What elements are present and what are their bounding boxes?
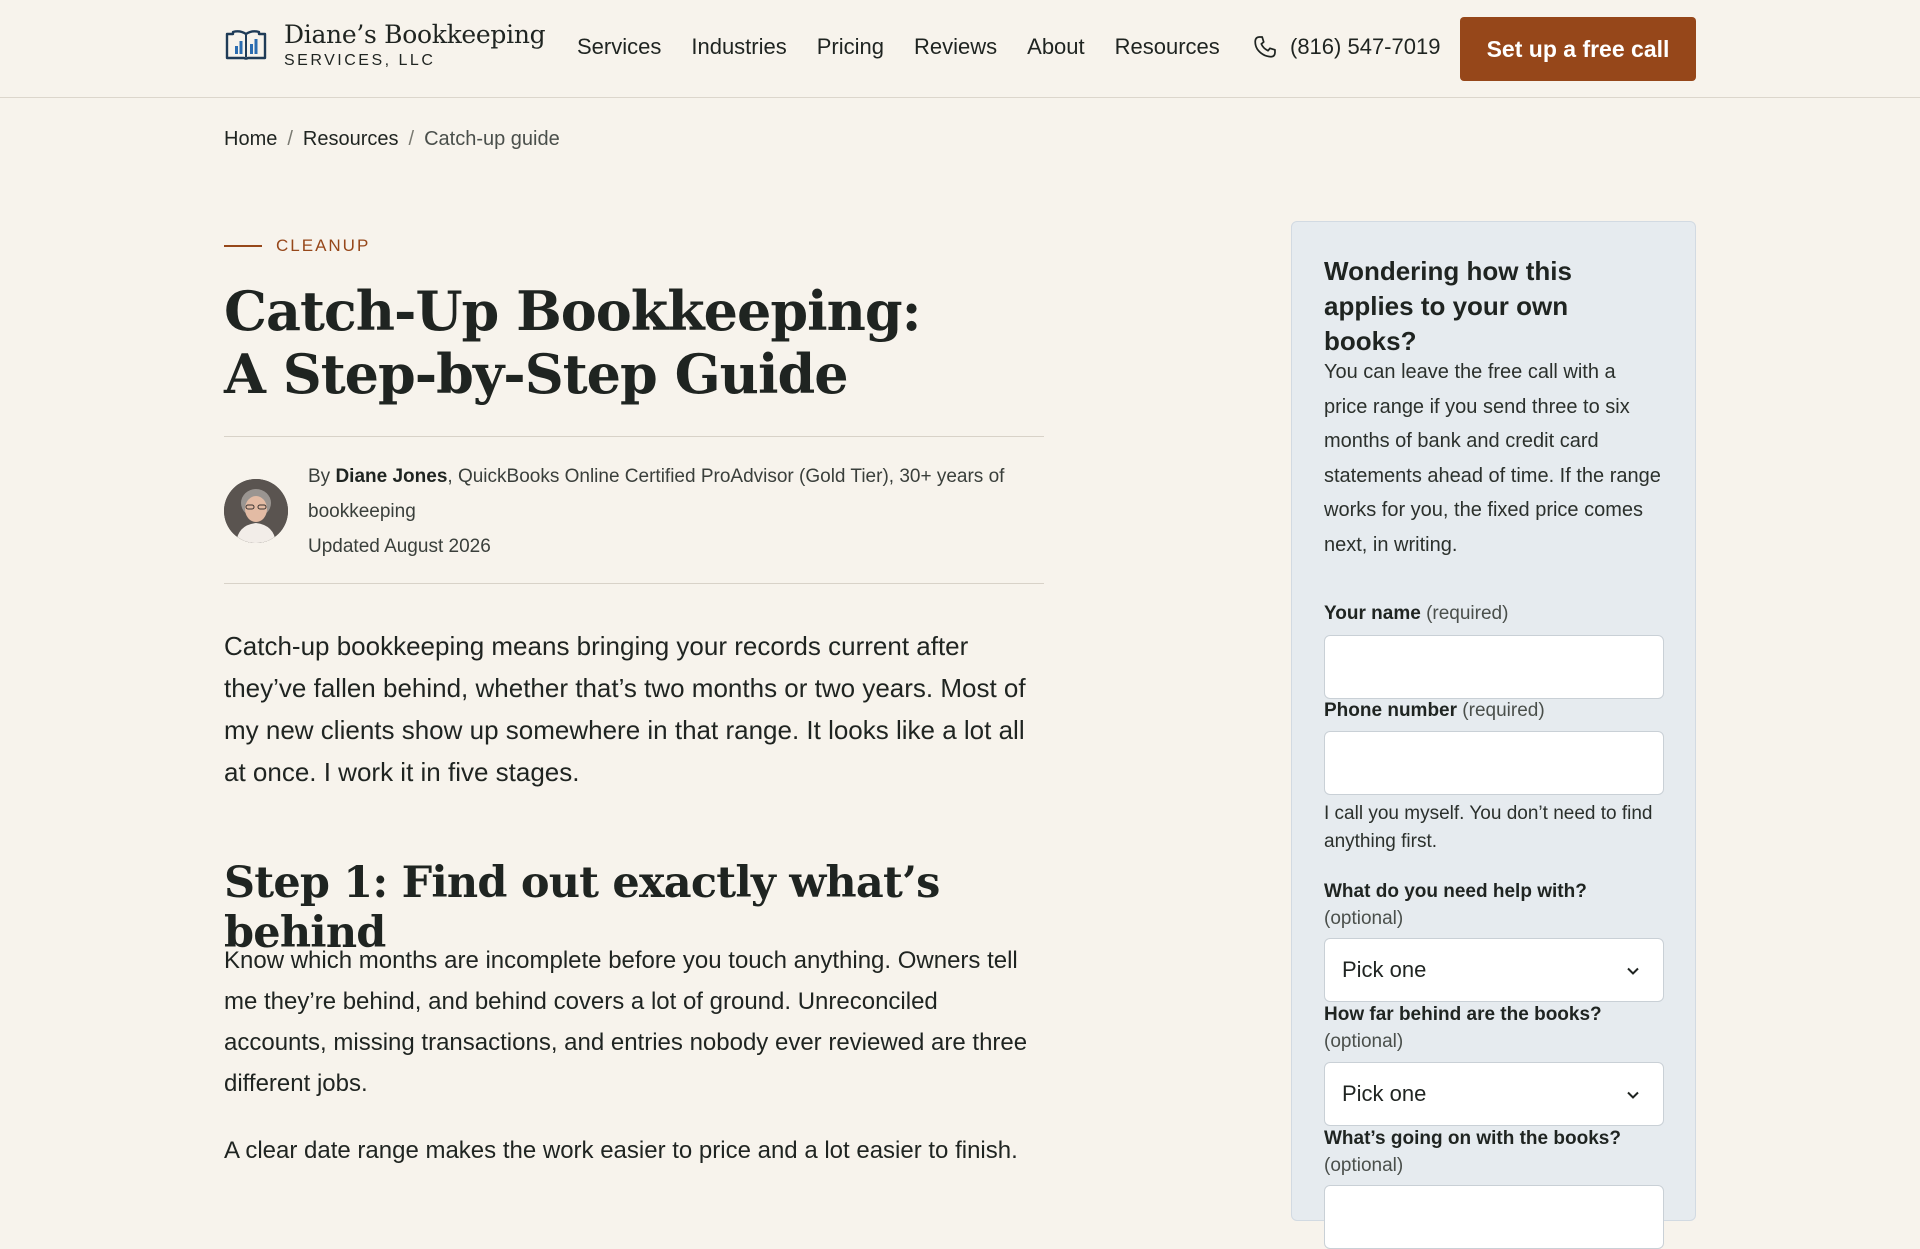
step-1-paragraph-2: A clear date range makes the work easier… bbox=[224, 1137, 1018, 1164]
nav-pricing[interactable]: Pricing bbox=[817, 33, 884, 61]
eyebrow-rule bbox=[224, 245, 262, 247]
logo-name: Diane’s Bookkeeping bbox=[284, 20, 546, 49]
help-optional: (optional) bbox=[1324, 908, 1404, 929]
nav-services[interactable]: Services bbox=[577, 33, 661, 61]
nav-reviews[interactable]: Reviews bbox=[914, 33, 997, 61]
intro-paragraph: Catch-up bookkeeping means bringing your… bbox=[224, 631, 1026, 787]
behind-label-text: How far behind are the books? bbox=[1324, 1004, 1602, 1025]
phone-label: Phone number (required) bbox=[1324, 697, 1669, 724]
sidebar-title: Wondering how this applies to your own b… bbox=[1324, 256, 1572, 356]
phone-required: (required) bbox=[1462, 700, 1545, 721]
set-up-free-call-button[interactable]: Set up a free call bbox=[1460, 17, 1696, 81]
logo-subtitle: SERVICES, LLC bbox=[284, 52, 436, 69]
avatar-portrait-icon bbox=[224, 479, 288, 543]
phone-icon bbox=[1254, 36, 1276, 58]
phone-link[interactable]: (816) 547-7019 bbox=[1252, 33, 1440, 61]
category-label: CLEANUP bbox=[276, 236, 371, 255]
help-select-value: Pick one bbox=[1342, 957, 1427, 982]
author-name[interactable]: Diane Jones bbox=[335, 466, 447, 487]
behind-label: How far behind are the books? (optional) bbox=[1324, 1001, 1669, 1055]
nav-resources[interactable]: Resources bbox=[1115, 33, 1220, 61]
name-required: (required) bbox=[1426, 603, 1509, 624]
going-on-textarea[interactable] bbox=[1324, 1185, 1664, 1249]
byline-text: By Diane Jones, QuickBooks Online Certif… bbox=[308, 459, 1038, 529]
breadcrumb-resources[interactable]: Resources bbox=[303, 128, 399, 151]
logo[interactable]: Diane’s Bookkeeping SERVICES, LLC bbox=[224, 20, 546, 70]
breadcrumb-home[interactable]: Home bbox=[224, 128, 277, 151]
byline-prefix: By bbox=[308, 466, 336, 487]
nav-about[interactable]: About bbox=[1027, 33, 1085, 61]
page-title: Catch-Up Bookkeeping: A Step-by-Step Gui… bbox=[224, 280, 1044, 406]
name-label-text: Your name bbox=[1324, 603, 1421, 624]
title-line-1: Catch-Up Bookkeeping: bbox=[224, 279, 922, 343]
main-nav: Services Industries Pricing Reviews Abou… bbox=[577, 33, 1250, 61]
phone-input[interactable] bbox=[1324, 731, 1664, 795]
breadcrumb-separator: / bbox=[408, 128, 415, 150]
name-input[interactable] bbox=[1324, 635, 1664, 699]
behind-select[interactable]: Pick one bbox=[1324, 1062, 1664, 1126]
behind-optional: (optional) bbox=[1324, 1031, 1404, 1052]
breadcrumb: Home / Resources / Catch-up guide bbox=[224, 128, 560, 151]
phone-number: (816) 547-7019 bbox=[1290, 34, 1441, 59]
phone-hint: I call you myself. You don’t need to fin… bbox=[1324, 803, 1653, 852]
going-on-label: What’s going on with the books? (optiona… bbox=[1324, 1125, 1669, 1179]
help-label: What do you need help with? (optional) bbox=[1324, 878, 1669, 932]
nav-industries[interactable]: Industries bbox=[691, 33, 786, 61]
behind-select-value: Pick one bbox=[1342, 1081, 1427, 1106]
breadcrumb-separator: / bbox=[287, 128, 293, 150]
open-book-logo-icon bbox=[225, 30, 267, 60]
breadcrumb-current: Catch-up guide bbox=[424, 128, 560, 150]
help-label-text: What do you need help with? bbox=[1324, 881, 1587, 902]
free-call-sidebar: Wondering how this applies to your own b… bbox=[1291, 221, 1696, 1249]
site-header: Diane’s Bookkeeping SERVICES, LLC Servic… bbox=[0, 0, 1920, 98]
chevron-down-icon bbox=[1627, 967, 1639, 975]
name-label: Your name (required) bbox=[1324, 600, 1669, 627]
title-line-2: A Step-by-Step Guide bbox=[224, 342, 849, 406]
going-on-optional: (optional) bbox=[1324, 1155, 1404, 1176]
updated-date: Updated August 2026 bbox=[308, 536, 491, 557]
author-avatar bbox=[224, 479, 288, 543]
sidebar-description: You can leave the free call with a price… bbox=[1324, 361, 1661, 556]
going-on-label-text: What’s going on with the books? bbox=[1324, 1128, 1621, 1149]
author-byline: By Diane Jones, QuickBooks Online Certif… bbox=[224, 436, 1044, 584]
chevron-down-icon bbox=[1627, 1091, 1639, 1099]
category-eyebrow: CLEANUP bbox=[224, 236, 370, 256]
phone-label-text: Phone number bbox=[1324, 700, 1458, 721]
step-1-paragraph-1: Know which months are incomplete before … bbox=[224, 947, 1028, 1097]
help-select[interactable]: Pick one bbox=[1324, 938, 1664, 1002]
